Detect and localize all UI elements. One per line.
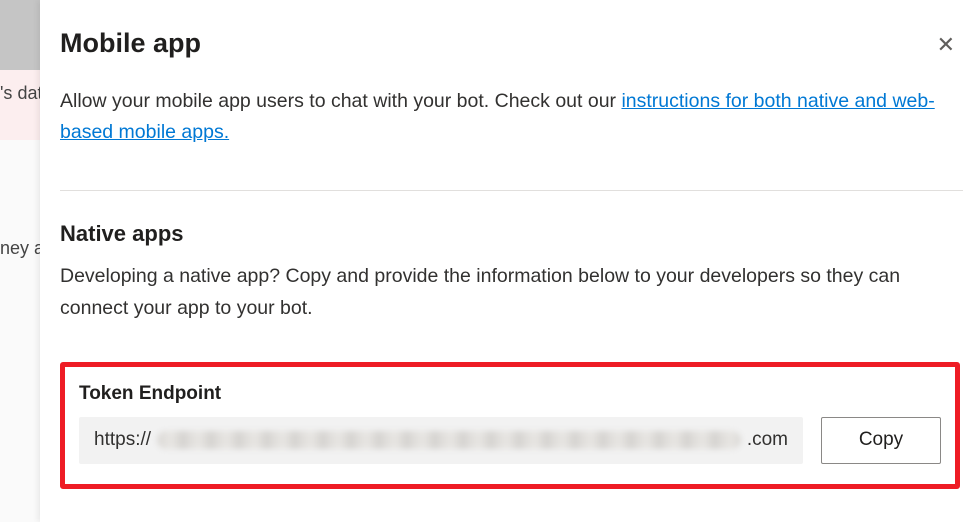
- token-endpoint-row: https:// .com Copy: [79, 417, 941, 464]
- bg-cutoff-text-1: 's dat: [0, 83, 42, 104]
- panel-title: Mobile app: [60, 28, 201, 59]
- lead-prefix: Allow your mobile app users to chat with…: [60, 90, 621, 112]
- native-apps-desc: Developing a native app? Copy and provid…: [60, 261, 940, 323]
- native-apps-heading: Native apps: [60, 221, 963, 247]
- endpoint-redacted-segment: [157, 431, 741, 449]
- mobile-app-panel: Mobile app ✕ Allow your mobile app users…: [40, 0, 979, 522]
- endpoint-suffix: .com: [747, 429, 788, 451]
- panel-header: Mobile app ✕: [60, 28, 963, 62]
- token-endpoint-callout: Token Endpoint https:// .com Copy: [60, 362, 960, 489]
- token-endpoint-input[interactable]: https:// .com: [79, 417, 803, 464]
- copy-button[interactable]: Copy: [821, 417, 941, 464]
- bg-cutoff-text-2: ney a: [0, 238, 44, 259]
- bg-strip-pink: [0, 70, 40, 140]
- close-icon[interactable]: ✕: [929, 28, 963, 62]
- section-divider: [60, 190, 963, 191]
- panel-lead-text: Allow your mobile app users to chat with…: [60, 86, 940, 148]
- token-endpoint-label: Token Endpoint: [79, 383, 941, 405]
- bg-strip-dark: [0, 0, 40, 70]
- endpoint-prefix: https://: [94, 429, 151, 451]
